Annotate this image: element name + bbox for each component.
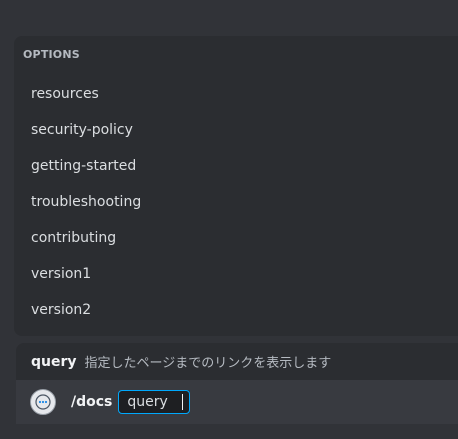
bot-avatar-glyph xyxy=(35,394,51,410)
param-description: 指定したページまでのリンクを表示します xyxy=(84,356,332,371)
param-name: query xyxy=(31,353,77,370)
options-header: OPTIONS xyxy=(23,48,80,61)
options-list: resources security-policy getting-starte… xyxy=(14,76,458,328)
app-root: OPTIONS resources security-policy gettin… xyxy=(0,0,458,439)
option-troubleshooting[interactable]: troubleshooting xyxy=(14,184,458,220)
option-getting-started[interactable]: getting-started xyxy=(14,148,458,184)
option-security-policy[interactable]: security-policy xyxy=(14,112,458,148)
slash-command-name: /docs xyxy=(71,394,113,410)
command-description-bar: query 指定したページまでのリンクを表示します xyxy=(16,343,458,380)
options-popup: OPTIONS resources security-policy gettin… xyxy=(14,36,458,336)
option-version2[interactable]: version2 xyxy=(14,292,458,328)
text-caret xyxy=(181,394,183,410)
bot-avatar-icon xyxy=(30,389,56,415)
option-contributing[interactable]: contributing xyxy=(14,220,458,256)
chat-input-bar[interactable]: /docs query xyxy=(16,380,458,424)
option-version1[interactable]: version1 xyxy=(14,256,458,292)
option-resources[interactable]: resources xyxy=(14,76,458,112)
query-param-label: query xyxy=(127,394,168,410)
query-param-input[interactable]: query xyxy=(118,390,190,414)
